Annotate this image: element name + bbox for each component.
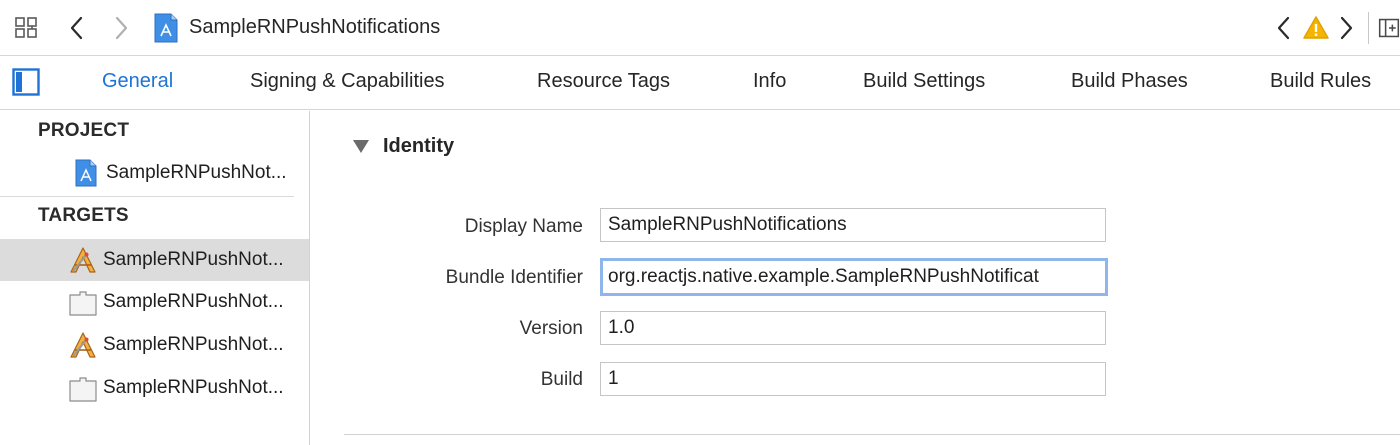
sidebar-item-label: SampleRNPushNot... bbox=[106, 162, 287, 183]
display-name-field[interactable] bbox=[600, 208, 1106, 242]
sidebar-item-target[interactable]: SampleRNPushNot... bbox=[0, 239, 309, 281]
toolbar-divider bbox=[1368, 12, 1369, 44]
disclosure-triangle-icon[interactable] bbox=[352, 138, 370, 154]
app-target-icon bbox=[68, 330, 98, 360]
xcode-project-icon bbox=[71, 158, 101, 188]
sidebar-item-target[interactable]: SampleRNPushNot... bbox=[0, 281, 309, 323]
chevron-right-icon bbox=[1340, 16, 1353, 40]
split-editor-icon[interactable] bbox=[1378, 14, 1400, 42]
tab-resource-tags[interactable]: Resource Tags bbox=[537, 70, 670, 93]
sidebar-toggle-icon[interactable] bbox=[12, 68, 40, 96]
version-label: Version bbox=[519, 318, 583, 339]
warning-triangle-icon[interactable] bbox=[1302, 15, 1330, 41]
project-section-header: PROJECT bbox=[38, 120, 130, 141]
identity-section-title[interactable]: Identity bbox=[383, 135, 454, 158]
chevron-left-icon bbox=[1277, 16, 1290, 40]
sidebar-item-project[interactable]: SampleRNPushNot... bbox=[0, 152, 309, 194]
tab-build-phases[interactable]: Build Phases bbox=[1071, 70, 1188, 93]
chevron-left-icon bbox=[70, 16, 83, 40]
sidebar-divider bbox=[0, 196, 294, 197]
related-items-grid-icon[interactable] bbox=[12, 14, 42, 42]
build-label: Build bbox=[540, 369, 583, 390]
bundle-identifier-field[interactable] bbox=[600, 258, 1108, 296]
next-issue-button[interactable] bbox=[1334, 12, 1358, 44]
bundle-identifier-label: Bundle Identifier bbox=[445, 267, 583, 288]
general-settings-panel: Identity Display Name Bundle Identifier … bbox=[311, 111, 1400, 445]
forward-button[interactable] bbox=[108, 12, 134, 44]
sidebar-item-target[interactable]: SampleRNPushNot... bbox=[0, 367, 309, 409]
sidebar-item-label: SampleRNPushNot... bbox=[103, 377, 284, 398]
display-name-label: Display Name bbox=[464, 216, 583, 237]
tab-signing-capabilities[interactable]: Signing & Capabilities bbox=[250, 70, 445, 93]
version-field[interactable] bbox=[600, 311, 1106, 345]
sidebar-item-label: SampleRNPushNot... bbox=[103, 249, 284, 270]
previous-issue-button[interactable] bbox=[1272, 12, 1296, 44]
sidebar-item-label: SampleRNPushNot... bbox=[103, 334, 284, 355]
section-divider bbox=[344, 434, 1400, 435]
tab-build-settings[interactable]: Build Settings bbox=[863, 70, 985, 93]
tab-info[interactable]: Info bbox=[753, 70, 786, 93]
sidebar-item-label: SampleRNPushNot... bbox=[103, 291, 284, 312]
test-bundle-icon bbox=[68, 373, 98, 403]
editor-tab-bar: General Signing & Capabilities Resource … bbox=[0, 56, 1400, 110]
toolbar: SampleRNPushNotifications bbox=[0, 0, 1400, 56]
chevron-right-icon bbox=[115, 16, 128, 40]
xcode-project-icon bbox=[153, 13, 179, 43]
targets-section-header: TARGETS bbox=[38, 205, 129, 226]
test-bundle-icon bbox=[68, 287, 98, 317]
project-navigator-sidebar: PROJECT SampleRNPushNot... TARGETS Sampl… bbox=[0, 111, 310, 445]
build-field[interactable] bbox=[600, 362, 1106, 396]
tab-general[interactable]: General bbox=[102, 70, 173, 93]
breadcrumb[interactable]: SampleRNPushNotifications bbox=[189, 16, 440, 39]
sidebar-item-target[interactable]: SampleRNPushNot... bbox=[0, 324, 309, 366]
tab-build-rules[interactable]: Build Rules bbox=[1270, 70, 1371, 93]
back-button[interactable] bbox=[64, 12, 90, 44]
app-target-icon bbox=[68, 245, 98, 275]
